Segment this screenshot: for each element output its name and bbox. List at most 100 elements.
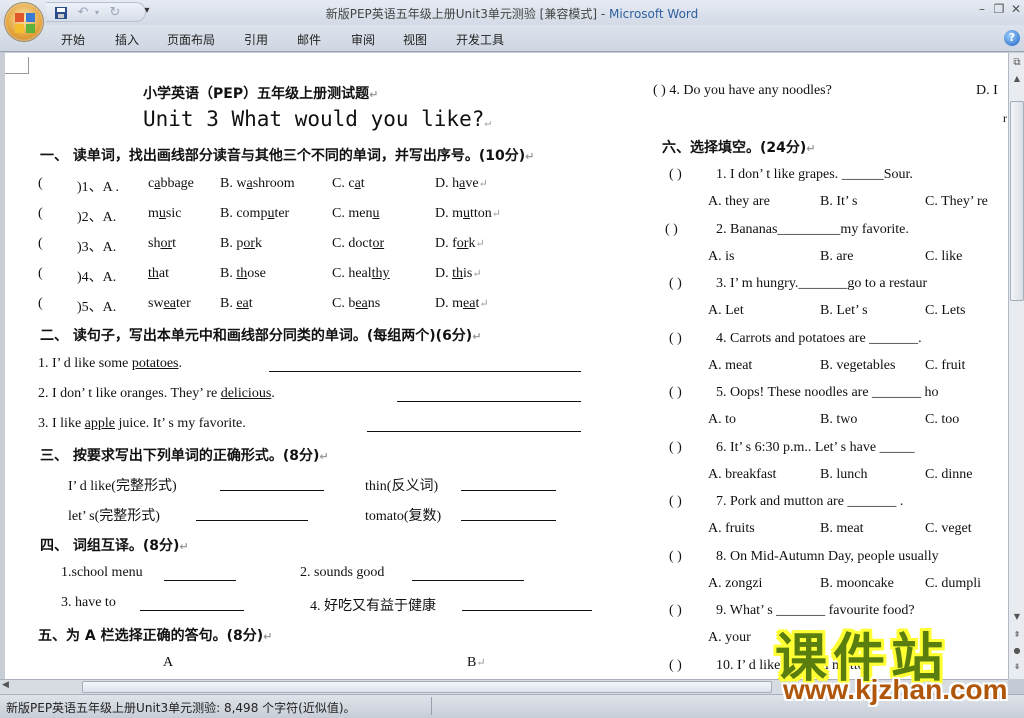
split-view-icon[interactable]: ⧉: [1010, 55, 1024, 71]
s6-option-c: C. dinne: [925, 466, 973, 482]
office-logo-icon: [15, 13, 35, 33]
s2-answer-blank-2[interactable]: [397, 390, 581, 402]
vertical-scroll-thumb[interactable]: [1010, 101, 1024, 301]
s6-answer-paren[interactable]: ( ): [665, 222, 678, 238]
s1-item-number: )4、A.: [77, 270, 117, 285]
s1-option-b: B. computer: [220, 206, 290, 221]
scroll-left-icon[interactable]: ◀: [2, 680, 9, 690]
section-5-title: 五、为 A 栏选择正确的答句。(8分)↵: [38, 628, 273, 644]
s6-question: 2. Bananas_________my favorite.: [716, 221, 909, 237]
tab-mailings[interactable]: 邮件: [297, 31, 321, 48]
s1-option-a: sweater: [148, 296, 191, 311]
vertical-scrollbar[interactable]: ⧉ ▲ ▼ ⇞ ● ⇟: [1008, 53, 1024, 679]
s6-option-b: B. mooncake: [820, 575, 894, 591]
s1-item-number: )1、A .: [77, 180, 119, 195]
s1-option-d: D. fork↵: [435, 236, 485, 251]
s1-answer-paren: (: [38, 236, 43, 251]
s1-answer-paren: (: [38, 206, 43, 221]
s6-answer-paren[interactable]: ( ): [669, 276, 682, 292]
s4-answer-blank-3[interactable]: [140, 599, 244, 611]
s6-answer-paren[interactable]: ( ): [669, 385, 682, 401]
s6-answer-paren[interactable]: ( ): [669, 167, 682, 183]
s6-option-b: B. meat: [820, 521, 864, 536]
tab-review[interactable]: 审阅: [351, 31, 375, 48]
s4-answer-blank-1[interactable]: [164, 569, 236, 581]
tab-references[interactable]: 引用: [244, 31, 268, 48]
s3-answer-blank-2[interactable]: [461, 479, 556, 491]
minimize-button[interactable]: –: [975, 2, 989, 16]
s2-answer-blank-3[interactable]: [367, 420, 581, 432]
s5-item-4-option-d: D. I: [976, 83, 998, 98]
s3-answer-blank-1[interactable]: [220, 479, 324, 491]
s6-answer-paren[interactable]: ( ): [669, 549, 682, 565]
tab-insert[interactable]: 插入: [115, 31, 139, 48]
s1-option-c: C. beans: [332, 296, 381, 311]
s6-option-b: B. It’ s: [820, 194, 858, 209]
s2-item-2: 2. I don’ t like oranges. They’ re delic…: [38, 386, 275, 401]
s1-option-c: C. cat: [332, 176, 365, 191]
title-bar: ↶ ▾ ↻ ▾ 新版PEP英语五年级上册Unit3单元测验 [兼容模式] - M…: [0, 0, 1024, 25]
s5-item-4-overflow: r: [1003, 111, 1007, 125]
scroll-up-icon[interactable]: ▲: [1010, 71, 1024, 87]
s4-answer-blank-2[interactable]: [412, 569, 524, 581]
s6-answer-paren[interactable]: ( ): [669, 440, 682, 456]
s5-column-a-label: A: [163, 655, 174, 670]
document-area[interactable]: 小学英语（PEP）五年级上册测试题↵ Unit 3 What would you…: [0, 53, 1008, 679]
s4-item-3: 3. have to: [61, 595, 116, 610]
s6-answer-paren[interactable]: ( ): [669, 331, 682, 347]
page-left-margin: [0, 53, 5, 679]
tab-developer[interactable]: 开发工具: [456, 31, 504, 48]
s1-option-b: B. eat: [220, 296, 253, 311]
tab-page-layout[interactable]: 页面布局: [167, 31, 215, 48]
s1-option-c: C. menu: [332, 206, 380, 221]
s6-option-b: B. lunch: [820, 466, 868, 482]
title-separator: -: [597, 7, 609, 21]
tab-view[interactable]: 视图: [403, 31, 427, 48]
s2-answer-blank-1[interactable]: [269, 360, 581, 372]
s6-answer-paren[interactable]: ( ): [669, 494, 682, 510]
s1-answer-paren: (: [38, 296, 43, 311]
s6-option-b: B. are: [820, 248, 854, 264]
help-icon[interactable]: ?: [1004, 30, 1020, 46]
s6-question: 6. It’ s 6:30 p.m.. Let’ s have _____: [716, 439, 915, 455]
watermark-url: www.kjzhan.com: [783, 674, 1008, 705]
s4-item-1: 1.school menu: [61, 565, 143, 580]
s3-item-3: let’ s(完整形式): [68, 509, 160, 524]
s1-option-d: D. have↵: [435, 176, 488, 191]
section-6-title: 六、选择填空。(24分)↵: [662, 140, 816, 156]
margin-corner-mark: [5, 57, 29, 74]
s4-item-4: 4. 好吃又有益于健康: [310, 599, 436, 614]
s2-item-1: 1. I’ d like some potatoes.: [38, 356, 182, 371]
office-button[interactable]: [4, 2, 44, 42]
s6-option-a: A. fruits: [708, 521, 755, 536]
close-button[interactable]: ✕: [1009, 2, 1023, 16]
s6-option-c: C. They’ re: [925, 194, 988, 209]
word-count-status[interactable]: 新版PEP英语五年级上册Unit3单元测验: 8,498 个字符(近似值)。: [6, 699, 356, 716]
s5-column-b-label: B↵: [467, 655, 486, 670]
s1-option-d: D. meat↵: [435, 296, 489, 311]
s1-option-d: D. this↵: [435, 266, 482, 281]
exam-heading: 小学英语（PEP）五年级上册测试题↵: [143, 86, 379, 102]
restore-button[interactable]: ❐: [992, 2, 1006, 16]
s2-item-3: 3. I like apple juice. It’ s my favorite…: [38, 416, 246, 431]
s6-option-a: A. breakfast: [708, 466, 777, 482]
section-4-title: 四、 词组互译。(8分)↵: [40, 538, 189, 554]
s4-answer-blank-4[interactable]: [462, 599, 592, 611]
tab-home[interactable]: 开始: [61, 31, 85, 48]
s6-answer-paren[interactable]: ( ): [669, 603, 682, 619]
section-2-title: 二、 读句子，写出本单元中和画线部分同类的单词。(每组两个)(6分)↵: [40, 328, 482, 344]
s6-option-c: C. veget: [925, 521, 972, 536]
app-name: Microsoft Word: [608, 7, 699, 21]
s6-option-a: A. is: [708, 248, 735, 264]
s6-question: 7. Pork and mutton are _______ .: [716, 494, 904, 509]
document-title: 新版PEP英语五年级上册Unit3单元测验 [兼容模式]: [325, 7, 598, 21]
s3-answer-blank-4[interactable]: [461, 509, 556, 521]
horizontal-scroll-thumb[interactable]: [82, 681, 772, 693]
s6-answer-paren[interactable]: ( ): [669, 658, 682, 674]
s3-answer-blank-3[interactable]: [196, 509, 308, 521]
s6-question: 4. Carrots and potatoes are _______.: [716, 330, 922, 346]
s6-question: 1. I don’ t like grapes. ______Sour.: [716, 167, 913, 182]
s3-item-1: I’ d like(完整形式): [68, 479, 177, 494]
window-title: 新版PEP英语五年级上册Unit3单元测验 [兼容模式] - Microsoft…: [0, 5, 1024, 22]
section-1-title: 一、 读单词，找出画线部分读音与其他三个不同的单词，并写出序号。(10分)↵: [40, 148, 535, 164]
